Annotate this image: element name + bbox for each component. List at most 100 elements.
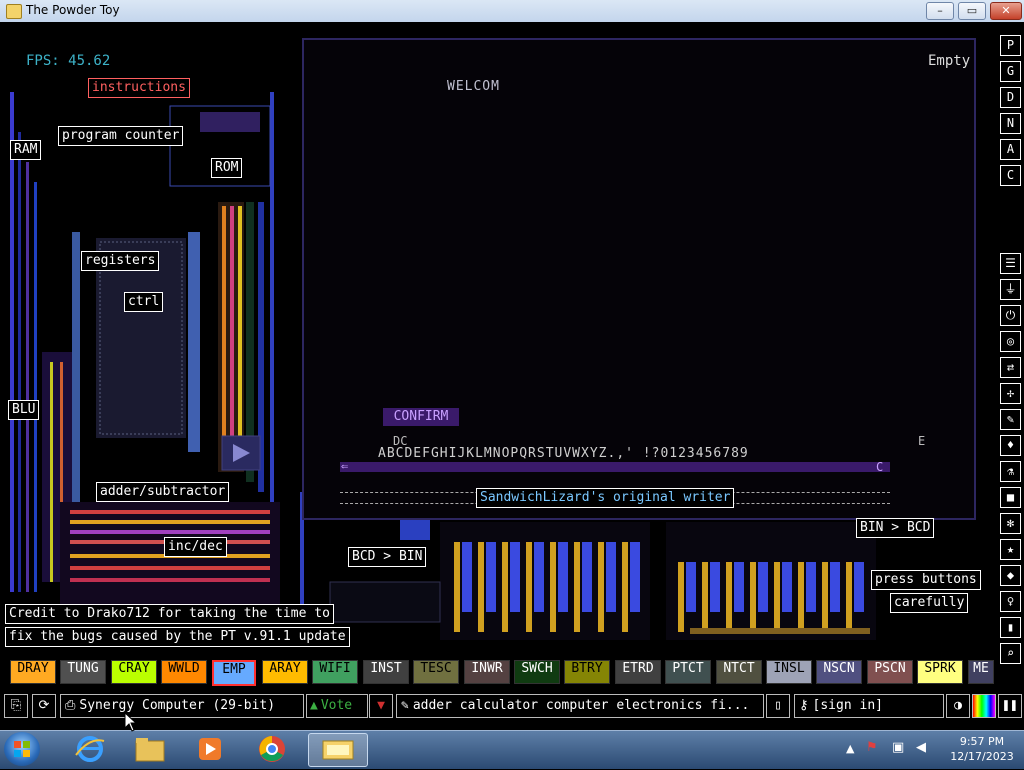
layers-icon[interactable]: ☰ [1000,253,1021,274]
element-swch-button[interactable]: SWCH [514,660,560,684]
keyboard-alphabet[interactable]: ABCDEFGHIJKLMNOPQRSTUVWXYZ.,' !?01234567… [378,446,749,461]
simulation-options-icon[interactable]: ◑ [946,694,970,718]
element-emp-button[interactable]: EMP [212,660,256,686]
confirm-button[interactable]: CONFIRM [383,408,459,426]
console-mode-button-c[interactable]: C [1000,165,1021,186]
ctrl-label: ctrl [124,292,164,312]
clear-key[interactable]: C [876,460,883,474]
star-icon[interactable]: ★ [1000,539,1021,560]
reload-icon[interactable]: ⟳ [32,694,56,718]
bin-to-bcd-label: BIN > BCD [856,518,935,538]
element-nscn-button[interactable]: NSCN [816,660,862,684]
pause-icon[interactable]: ❚❚ [998,694,1022,718]
gear-icon[interactable]: ✻ [1000,513,1021,534]
registers-label: registers [81,251,160,271]
tags-button[interactable]: ✎ adder calculator computer electronics f… [396,694,764,718]
pause-mode-button-p[interactable]: P [1000,35,1021,56]
save-icon: ⎙ [65,698,76,713]
display-mode-icon[interactable] [972,694,996,718]
pressure-icon[interactable]: ◎ [1000,331,1021,352]
drop-icon[interactable]: ♦ [1000,435,1021,456]
internet-explorer-icon[interactable] [70,733,110,765]
arrows-icon[interactable]: ⇄ [1000,357,1021,378]
close-button[interactable]: ✕ [990,2,1022,20]
element-me-button[interactable]: ME [968,660,994,684]
program-counter-label: program counter [58,126,184,146]
vote-text: Vote [320,698,353,713]
vote-down-button[interactable]: ▼ [369,694,393,718]
media-player-icon[interactable] [190,733,230,765]
bcd-to-bin-label: BCD > BIN [348,547,427,567]
file-explorer-icon[interactable] [130,733,170,765]
tags-text: adder calculator computer electronics fi… [412,698,750,713]
element-ptct-button[interactable]: PTCT [665,660,711,684]
plug-icon[interactable]: ⏚ [1000,279,1021,300]
keyboard-bar [340,462,890,472]
air-mode-button-a[interactable]: A [1000,139,1021,160]
open-save-icon[interactable]: ⎘ [4,694,28,718]
power-icon[interactable]: ⏻ [1000,305,1021,326]
network-icon[interactable]: ▣ [892,740,904,755]
blu-label: BLU [8,400,40,420]
clock-date: 12/17/2023 [950,750,1014,763]
element-inst-button[interactable]: INST [363,660,409,684]
element-ntct-button[interactable]: NTCT [716,660,762,684]
carefully-label: carefully [890,593,969,613]
credit-line-1: Credit to Drako712 for taking the time t… [5,604,334,624]
element-tesc-button[interactable]: TESC [413,660,459,684]
flask-icon[interactable]: ⚗ [1000,461,1021,482]
bulb-icon[interactable]: ♀ [1000,591,1021,612]
screen-e-label: E [918,434,926,448]
square-icon[interactable]: ■ [1000,487,1021,508]
press-buttons-label: press buttons [871,570,981,590]
element-btry-button[interactable]: BTRY [564,660,610,684]
sensor-icon[interactable]: ◆ [1000,565,1021,586]
maximize-button[interactable]: ▭ [958,2,986,20]
adder-subtractor-label: adder/subtractor [96,482,230,502]
sign-in-text: [sign in] [812,698,883,713]
save-name-button[interactable]: ⎙ Synergy Computer (29-bit) [60,694,304,718]
start-button[interactable] [4,732,40,766]
action-center-icon[interactable]: ⚑ [866,740,878,755]
instructions-label: instructions [88,78,190,98]
element-insl-button[interactable]: INSL [766,660,812,684]
element-sprk-button[interactable]: SPRK [917,660,963,684]
credit-line-2: fix the bugs caused by the PT v.91.1 upd… [5,627,350,647]
element-tung-button[interactable]: TUNG [60,660,106,684]
screen-welcome-text: WELCOM [447,79,500,94]
thumbs-up-icon: ▲ [310,698,318,713]
powder-toy-app-icon [6,4,22,19]
magnifier-icon[interactable]: ⌕ [1000,643,1021,664]
tag-icon: ✎ [401,698,409,713]
newtonian-mode-button-n[interactable]: N [1000,113,1021,134]
show-hidden-icons[interactable]: ▲ [846,742,854,755]
simulation-canvas[interactable]: FPS: 45.62 Empty WELCOM CONFIRM DC E ABC… [0,22,1024,730]
minimize-button[interactable]: – [926,2,954,20]
element-cray-button[interactable]: CRAY [111,660,157,684]
rom-label: ROM [211,158,243,178]
element-aray-button[interactable]: ARAY [262,660,308,684]
sign-in-button[interactable]: ⚷ [sign in] [794,694,944,718]
window-titlebar: The Powder Toy – ▭ ✕ [0,0,1024,23]
backspace-key[interactable]: ⇐ [341,459,348,473]
element-etrd-button[interactable]: ETRD [615,660,661,684]
element-inwr-button[interactable]: INWR [464,660,510,684]
writer-label: SandwichLizard's original writer [476,488,735,508]
report-icon[interactable]: ▯ [766,694,790,718]
gravity-mode-button-g[interactable]: G [1000,61,1021,82]
volume-icon[interactable]: ◀ [916,740,926,755]
bookmark-icon[interactable]: ▮ [1000,617,1021,638]
pen-icon[interactable]: ✎ [1000,409,1021,430]
element-wifi-button[interactable]: WIFI [312,660,358,684]
spray-icon[interactable]: ✢ [1000,383,1021,404]
element-wwld-button[interactable]: WWLD [161,660,207,684]
inc-dec-label: inc/dec [164,537,227,557]
powder-toy-taskbar-icon[interactable] [308,733,368,767]
element-pscn-button[interactable]: PSCN [867,660,913,684]
chrome-icon[interactable] [252,733,292,765]
debug-mode-button-d[interactable]: D [1000,87,1021,108]
system-clock[interactable]: 9:57 PM 12/17/2023 [944,734,1020,764]
element-dray-button[interactable]: DRAY [10,660,56,684]
vote-up-button[interactable]: ▲ Vote [306,694,368,718]
windows-logo-icon [14,741,30,757]
